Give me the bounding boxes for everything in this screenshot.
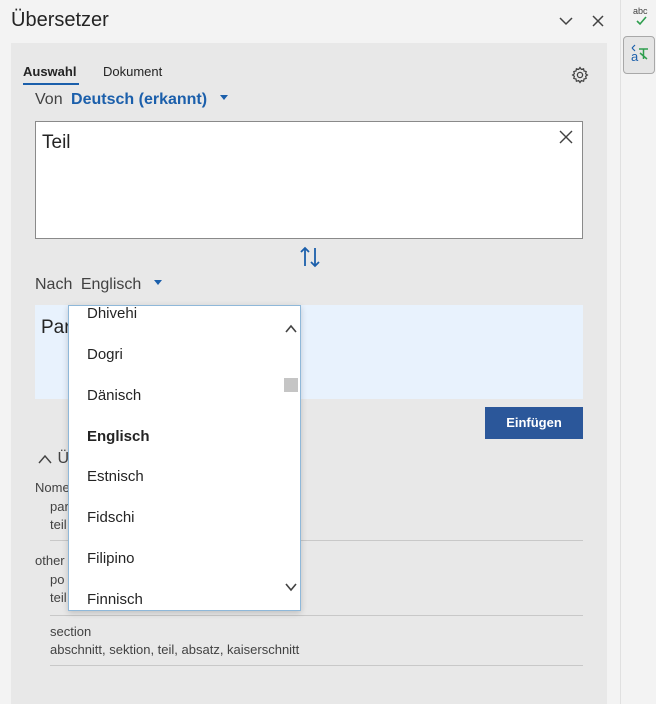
translator-button[interactable]: a [623, 36, 655, 74]
target-language-dropdown[interactable]: Dhivehi Dogri Dänisch Englisch Estnisch … [68, 305, 301, 611]
language-option[interactable]: Finnisch [87, 591, 143, 608]
scroll-down-button[interactable] [285, 580, 297, 592]
gear-icon [571, 66, 589, 84]
scrollbar-thumb[interactable] [284, 378, 298, 392]
chevron-up-icon [38, 454, 52, 464]
divider [50, 615, 583, 616]
language-option[interactable]: Fidschi [87, 509, 135, 526]
dropdown-scrollbar[interactable] [283, 306, 299, 610]
source-language-select[interactable]: Deutsch (erkannt) [67, 91, 228, 108]
definition-line: section [50, 624, 92, 639]
close-pane-button[interactable] [589, 12, 607, 30]
source-language-label: Von [35, 91, 63, 108]
scroll-up-button[interactable] [285, 322, 297, 334]
source-text: Teil [42, 132, 71, 153]
target-language-value: Englisch [80, 276, 142, 293]
definition-line: teil [50, 590, 67, 605]
definition-line: po [50, 572, 65, 587]
definition-group: Nome par teil [35, 480, 70, 532]
source-caret-icon [219, 95, 228, 101]
translator-pane: Übersetzer Auswahl Dokument Von Deutsch … [0, 0, 620, 704]
source-text-input[interactable]: Teil [35, 121, 583, 239]
source-language-value: Deutsch (erkannt) [71, 91, 208, 108]
pane-title: Übersetzer [11, 9, 109, 31]
divider [50, 665, 583, 666]
tab-document[interactable]: Dokument [103, 64, 162, 79]
editor-button[interactable]: abc [631, 4, 653, 30]
definition-pos: other [35, 553, 65, 568]
definition-group: section abschnitt, sektion, teil, absatz… [50, 624, 299, 657]
swap-languages-button[interactable] [298, 245, 322, 269]
chevron-down-icon [285, 583, 297, 592]
editor-badge: abc [633, 6, 648, 16]
chevron-up-icon [285, 324, 297, 333]
add-in-sidebar: abc a [620, 0, 656, 704]
active-tab-indicator [23, 83, 79, 85]
definition-line: teil [50, 517, 67, 532]
settings-button[interactable] [571, 66, 589, 84]
definitions-toggle[interactable]: Ü [37, 450, 69, 468]
close-icon [592, 15, 604, 27]
target-language-select[interactable]: Englisch [77, 276, 162, 293]
swap-icon [300, 246, 320, 268]
insert-button[interactable]: Einfügen [485, 407, 583, 439]
target-language-label: Nach [35, 276, 73, 293]
tab-selection[interactable]: Auswahl [23, 64, 76, 79]
target-language-row: Nach Englisch [35, 276, 162, 294]
language-option[interactable]: Dänisch [87, 387, 141, 404]
target-caret-icon [153, 280, 162, 286]
close-icon [559, 130, 573, 144]
definition-pos: Nome [35, 480, 70, 495]
definition-group: other po teil [35, 553, 67, 605]
language-option[interactable]: Filipino [87, 550, 135, 567]
clear-text-button[interactable] [558, 129, 574, 145]
language-option[interactable]: Dhivehi [87, 306, 137, 322]
collapse-pane-button[interactable] [557, 12, 575, 30]
chevron-down-icon [559, 17, 573, 26]
svg-text:a: a [631, 49, 639, 64]
language-option[interactable]: Estnisch [87, 468, 144, 485]
definition-line: par [50, 499, 69, 514]
definition-line: abschnitt, sektion, teil, absatz, kaiser… [50, 642, 300, 657]
editor-icon: abc [633, 6, 648, 26]
source-language-row: Von Deutsch (erkannt) [35, 91, 228, 109]
translator-icon: a [631, 44, 648, 64]
language-option[interactable]: Dogri [87, 346, 123, 363]
translation-text: Par [41, 317, 71, 338]
language-option-selected[interactable]: Englisch [87, 428, 150, 445]
